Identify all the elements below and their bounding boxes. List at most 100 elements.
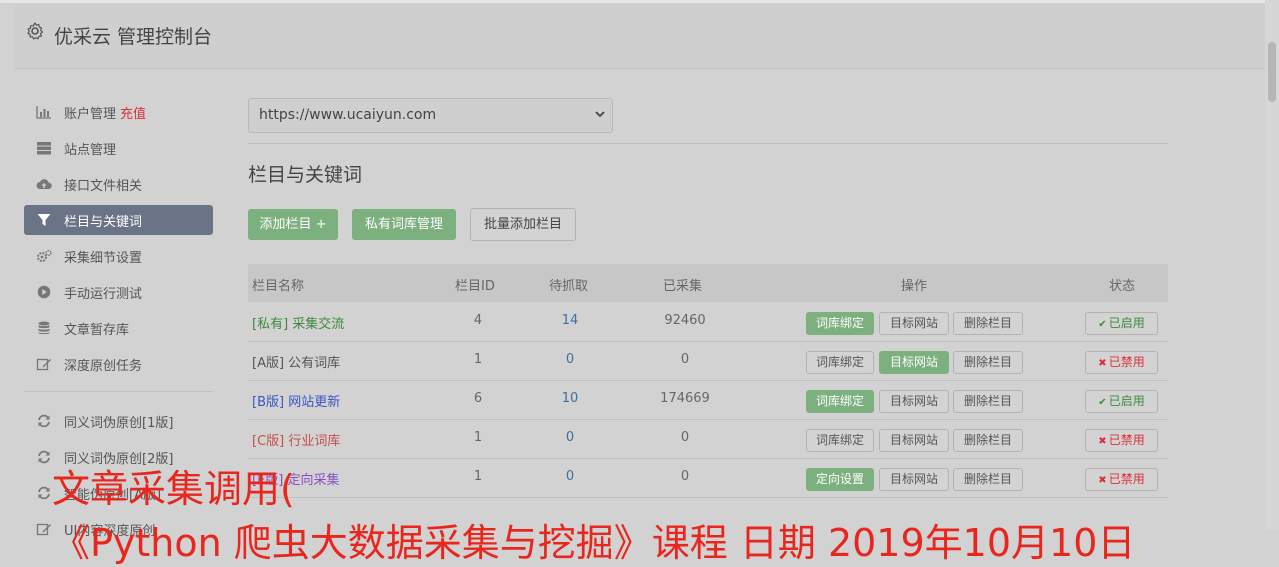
pending-count[interactable]: 0 [550,430,590,445]
target-site-button[interactable]: 目标网站 [879,390,949,413]
column-name[interactable]: [B版] 网站更新 [252,391,340,410]
delete-column-button[interactable]: 删除栏目 [953,390,1023,413]
directed-settings-button[interactable]: 定向设置 [806,468,874,491]
header-collected: 已采集 [663,279,703,294]
page-scrollbar[interactable] [1265,0,1279,530]
header-actions: 操作 [901,279,928,294]
edit-icon [36,522,52,536]
table-row: [私有] 采集交流 4 14 92460 词库绑定 目标网站 删除栏目 ✔ 已启用 [248,302,1168,342]
delete-column-button[interactable]: 删除栏目 [953,429,1023,452]
status-toggle[interactable]: ✖ 已禁用 [1085,468,1158,491]
table-row: [A版] 公有词库 1 0 0 词库绑定 目标网站 删除栏目 ✖ 已禁用 [248,341,1168,381]
sidebar-item-collection-settings[interactable]: 采集细节设置 [24,241,213,271]
check-icon: ✔ [1098,319,1107,330]
header-column-id: 栏目ID [455,279,495,294]
scrollbar-thumb[interactable] [1268,42,1276,102]
pending-count[interactable]: 10 [550,391,590,406]
collected-count: 0 [680,430,690,445]
sidebar-item-label: 深度原创任务 [64,359,143,374]
collected-count: 0 [680,352,690,367]
bar-chart-icon [36,105,52,119]
sidebar-item-columns-keywords[interactable]: 栏目与关键词 [24,205,213,235]
lexicon-bind-button[interactable]: 词库绑定 [806,429,874,452]
lexicon-bind-button[interactable]: 词库绑定 [806,390,874,413]
target-site-button[interactable]: 目标网站 [879,468,949,491]
column-id: 6 [473,391,483,406]
sidebar-item-account[interactable]: 账户管理 充值 [24,97,213,127]
target-site-button[interactable]: 目标网站 [879,351,949,374]
divider [248,143,1168,144]
target-site-button[interactable]: 目标网站 [879,429,949,452]
filter-icon [36,213,52,227]
delete-column-button[interactable]: 删除栏目 [953,468,1023,491]
column-name[interactable]: [私有] 采集交流 [252,313,344,332]
sidebar-item-interface-files[interactable]: 接口文件相关 [24,169,213,199]
column-id: 4 [473,313,483,328]
sidebar-item-sites[interactable]: 站点管理 [24,133,213,163]
collected-count: 92460 [664,313,706,328]
edit-icon [36,357,52,371]
table-header: 栏目名称 栏目ID 待抓取 已采集 操作 状态 [248,264,1168,302]
sidebar-item-label: 采集细节设置 [64,251,143,266]
status-toggle[interactable]: ✖ 已禁用 [1085,351,1158,374]
sidebar-item-label: 栏目与关键词 [64,215,143,230]
sidebar-item-article-storage[interactable]: 文章暂存库 [24,313,213,343]
status-label: 已禁用 [1108,355,1145,369]
pending-count[interactable]: 0 [550,469,590,484]
cloud-upload-icon [36,177,52,191]
header: 优采云 管理控制台 [15,3,1265,69]
site-select-value: https://www.ucaiyun.com [259,107,437,123]
site-select[interactable]: https://www.ucaiyun.com [248,98,613,133]
column-id: 1 [473,352,483,367]
private-lexicon-button[interactable]: 私有词库管理 [352,209,456,240]
refresh-icon [36,486,52,500]
column-id: 1 [473,469,483,484]
sidebar-item-label: 手动运行测试 [64,287,143,302]
column-name[interactable]: [A版] 公有词库 [252,352,340,371]
status-label: 已启用 [1108,394,1145,408]
sidebar-item-label: 接口文件相关 [64,179,143,194]
table-row: [E版] 定向采集 1 0 0 定向设置 目标网站 删除栏目 ✖ 已禁用 [248,458,1168,498]
sidebar-item-synonym-v1[interactable]: 同义词伪原创[1版] [24,406,213,436]
status-toggle[interactable]: ✔ 已启用 [1085,390,1158,413]
header-pending: 待抓取 [549,279,589,294]
collected-count: 0 [680,469,690,484]
overlay-caption-line2: 《Python 爬虫大数据采集与挖掘》课程 日期 2019年10月10日 [52,521,1136,565]
header-column-name: 栏目名称 [252,279,305,294]
database-icon [36,321,52,335]
pending-count[interactable]: 0 [550,352,590,367]
refresh-icon [36,450,52,464]
sidebar-divider [24,391,213,392]
overlay-caption-line1: 文章采集调用( [52,467,295,511]
sidebar-item-label: 账户管理 [64,107,117,122]
status-label: 已禁用 [1108,433,1145,447]
table-row: [B版] 网站更新 6 10 174669 词库绑定 目标网站 删除栏目 ✔ 已启用 [248,380,1168,420]
column-name[interactable]: [C版] 行业词库 [252,430,340,449]
recharge-link[interactable]: 充值 [120,107,146,122]
delete-column-button[interactable]: 删除栏目 [953,351,1023,374]
gear-icon [27,22,44,40]
lexicon-bind-button[interactable]: 词库绑定 [806,312,874,335]
target-site-button[interactable]: 目标网站 [879,312,949,335]
lexicon-bind-button[interactable]: 词库绑定 [806,351,874,374]
status-toggle[interactable]: ✖ 已禁用 [1085,429,1158,452]
close-icon: ✖ [1098,475,1107,486]
delete-column-button[interactable]: 删除栏目 [953,312,1023,335]
sidebar-item-label: 同义词伪原创[1版] [64,416,174,431]
page-title: 栏目与关键词 [248,164,363,186]
header-status: 状态 [1109,279,1136,294]
sidebar-item-label: 文章暂存库 [64,323,130,338]
close-icon: ✖ [1098,436,1107,447]
chevron-down-icon [595,111,605,118]
refresh-icon [36,414,52,428]
status-label: 已启用 [1108,316,1145,330]
play-circle-icon [36,285,52,299]
cogs-icon [36,249,52,263]
batch-add-button[interactable]: 批量添加栏目 [470,208,576,241]
sidebar-item-deep-original[interactable]: 深度原创任务 [24,349,213,379]
pending-count[interactable]: 14 [550,313,590,328]
collected-count: 174669 [660,391,710,406]
sidebar-item-manual-run[interactable]: 手动运行测试 [24,277,213,307]
add-column-button[interactable]: 添加栏目 + [248,209,338,240]
status-toggle[interactable]: ✔ 已启用 [1085,312,1158,335]
